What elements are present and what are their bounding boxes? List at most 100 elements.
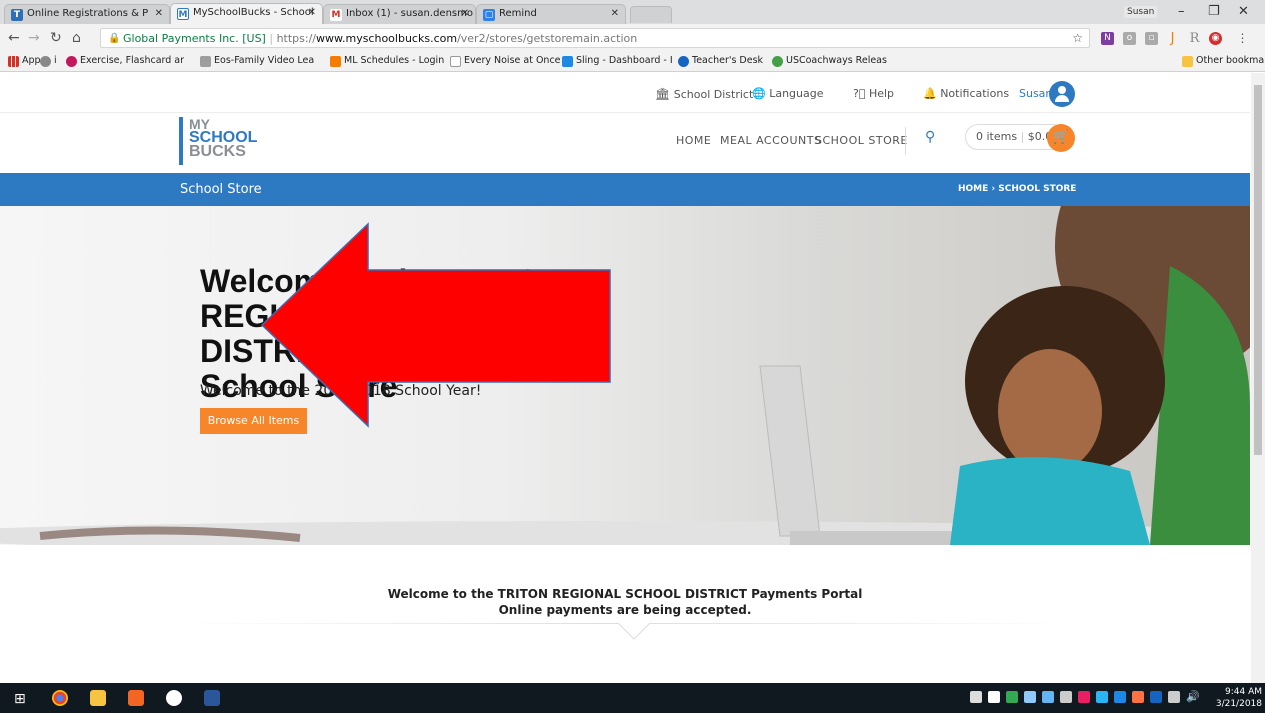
profile-name[interactable]: Susan (1124, 6, 1158, 18)
onenote-extension-icon[interactable]: N (1101, 32, 1114, 45)
bookmark-exercise-flashcard[interactable]: Exercise, Flashcard ar (66, 55, 184, 67)
close-tab-icon[interactable]: ✕ (611, 8, 619, 19)
nav-divider (905, 127, 906, 155)
url-prefix: https:// (276, 32, 316, 45)
tab-title: MySchoolBucks - School (193, 7, 314, 18)
address-bar[interactable]: 🔒 Global Payments Inc. [US] | https://ww… (100, 28, 1090, 48)
extension-r-icon[interactable]: R (1188, 32, 1201, 45)
breadcrumb: HOME › SCHOOL STORE (958, 184, 1076, 194)
page-viewport: 🏛 School District 🌐 Language ?⃝ Help 🔔 N… (0, 73, 1250, 683)
bookmark-eos-family[interactable]: Eos-Family Video Lea (200, 55, 314, 67)
apps-grid-icon (8, 56, 19, 67)
tab-gmail-inbox[interactable]: M Inbox (1) - susan.densmo ✕ (323, 4, 476, 24)
shopping-cart-icon[interactable]: 🛒 (1047, 124, 1075, 152)
forward-arrow-icon[interactable]: → (28, 30, 40, 46)
tray-icon[interactable] (1096, 691, 1108, 703)
nav-home[interactable]: HOME (676, 134, 711, 147)
pinterest-icon (66, 56, 77, 67)
logo-line3: BUCKS (189, 143, 246, 160)
bookmark-uscoachways[interactable]: USCoachways Releas (772, 55, 887, 67)
vertical-scrollbar[interactable] (1251, 73, 1265, 683)
bell-icon: 🔔 (923, 87, 937, 100)
bank-building-icon: 🏛 (655, 87, 671, 101)
new-tab-button[interactable] (630, 6, 672, 23)
app-taskbar-icon[interactable] (166, 690, 182, 706)
bookmark-sling[interactable]: Sling - Dashboard - I (562, 55, 673, 67)
menu-kebab-icon[interactable]: ⋮ (1236, 32, 1249, 45)
bookmark-ml-schedules[interactable]: ML Schedules - Login (330, 55, 444, 67)
tab-remind[interactable]: ▢ Remind ✕ (476, 4, 626, 24)
tray-icon[interactable] (1060, 691, 1072, 703)
breadcrumb-current: SCHOOL STORE (998, 184, 1077, 194)
maximize-button[interactable]: ❐ (1208, 4, 1220, 19)
breadcrumb-home[interactable]: HOME (958, 184, 988, 194)
adblock-icon[interactable]: ◉ (1209, 32, 1222, 45)
bookmark-star-icon[interactable]: ☆ (1072, 31, 1083, 45)
word-taskbar-icon[interactable] (204, 690, 220, 706)
tray-icon[interactable] (1006, 691, 1018, 703)
help-link[interactable]: ?⃝ Help (853, 87, 894, 100)
tab-myschoolbucks[interactable]: M MySchoolBucks - School ✕ (170, 3, 323, 24)
site-header: MY SCHOOL BUCKS HOME MEAL ACCOUNTS SCHOO… (0, 113, 1250, 173)
language-link[interactable]: 🌐 Language (752, 87, 824, 100)
volume-icon[interactable]: 🔊 (1186, 690, 1200, 703)
url-host: www.myschoolbucks.com (316, 32, 458, 45)
close-window-button[interactable]: ✕ (1238, 4, 1249, 19)
bookmark-icon (40, 56, 51, 67)
tab-title: Remind (499, 8, 537, 19)
windows-start-icon[interactable]: ⊞ (14, 691, 26, 707)
welcome-line1: Welcome to the TRITON REGIONAL SCHOOL DI… (387, 587, 863, 601)
chrome-taskbar-icon[interactable] (52, 690, 68, 706)
extension-icon[interactable]: ▫ (1145, 32, 1158, 45)
home-icon[interactable]: ⌂ (72, 30, 81, 46)
tray-icon[interactable] (1078, 691, 1090, 703)
system-clock[interactable]: 9:44 AM 3/21/2018 (1212, 686, 1262, 710)
nav-school-store[interactable]: SCHOOL STORE (815, 134, 908, 147)
school-district-link[interactable]: 🏛 School District (655, 87, 753, 101)
extension-j-icon[interactable]: J (1166, 32, 1179, 45)
close-tab-icon[interactable]: ✕ (461, 8, 469, 19)
utility-nav: 🏛 School District 🌐 Language ?⃝ Help 🔔 N… (0, 73, 1250, 113)
tab-online-registrations[interactable]: T Online Registrations & P ✕ (4, 4, 170, 24)
notifications-link[interactable]: 🔔 Notifications (923, 87, 1009, 100)
remind-icon: ▢ (483, 9, 495, 21)
user-name-link[interactable]: Susan (1019, 87, 1052, 100)
tray-icon[interactable] (1024, 691, 1036, 703)
portal-welcome-message: Welcome to the TRITON REGIONAL SCHOOL DI… (0, 586, 1250, 618)
windows-taskbar: ⊞ 🔊 9:44 AM 3/21/2018 (0, 683, 1265, 713)
help-circle-icon: ?⃝ (853, 87, 866, 100)
tray-icon[interactable] (1114, 691, 1126, 703)
close-tab-icon[interactable]: ✕ (155, 8, 163, 19)
network-icon[interactable] (1168, 691, 1180, 703)
user-avatar-icon[interactable] (1049, 81, 1075, 107)
other-bookmarks[interactable]: Other bookmarks (1182, 55, 1265, 67)
tray-icon[interactable] (1042, 691, 1054, 703)
bookmark-i[interactable]: i (40, 55, 57, 67)
tray-icon[interactable] (970, 691, 982, 703)
tab-title: Online Registrations & P (27, 8, 149, 19)
bluetooth-icon[interactable] (1150, 691, 1162, 703)
lock-icon: 🔒 (108, 33, 121, 44)
bookmark-teachers-desk[interactable]: Teacher's Desk (678, 55, 763, 67)
tray-icon[interactable] (988, 691, 1000, 703)
sling-icon (562, 56, 573, 67)
extension-icon[interactable]: o (1123, 32, 1136, 45)
search-icon[interactable]: ⚲ (925, 129, 935, 145)
scrollbar-thumb[interactable] (1254, 85, 1262, 455)
red-annotation-arrow (260, 222, 611, 428)
nav-meal-accounts[interactable]: MEAL ACCOUNTS (720, 134, 821, 147)
bookmark-icon (678, 56, 689, 67)
clock-time: 9:44 AM (1225, 687, 1262, 697)
tray-icon[interactable] (1132, 691, 1144, 703)
minimize-button[interactable]: – (1178, 4, 1185, 19)
back-arrow-icon[interactable]: ← (8, 30, 20, 46)
close-tab-icon[interactable]: ✕ (308, 7, 316, 18)
page-title-bar: School Store HOME › SCHOOL STORE (0, 173, 1250, 206)
clock-date: 3/21/2018 (1215, 699, 1262, 709)
reload-icon[interactable]: ↻ (50, 30, 62, 46)
bookmark-every-noise[interactable]: Every Noise at Once (450, 55, 561, 67)
file-explorer-icon[interactable] (90, 690, 106, 706)
tab-favicon-icon: M (177, 8, 189, 20)
myschoolbucks-logo[interactable]: MY SCHOOL BUCKS (179, 117, 257, 165)
app-taskbar-icon[interactable] (128, 690, 144, 706)
